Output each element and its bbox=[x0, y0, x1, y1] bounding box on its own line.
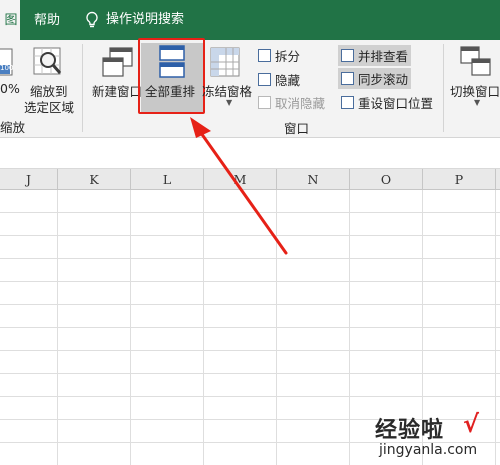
lightbulb-icon bbox=[86, 11, 98, 28]
switch-windows-icon[interactable] bbox=[459, 45, 493, 79]
unhide-button[interactable]: 取消隐藏 bbox=[258, 93, 325, 112]
annotation-highlight-box bbox=[138, 38, 205, 114]
unhide-window-icon bbox=[258, 96, 271, 109]
chevron-down-icon[interactable]: ▼ bbox=[474, 98, 480, 107]
zoom-to-selection-icon[interactable] bbox=[32, 46, 64, 78]
column-header-row: J K L M N O P bbox=[0, 168, 500, 190]
zoom-group-label: 缩放 bbox=[0, 120, 26, 135]
tell-me-search[interactable]: 操作说明搜索 bbox=[84, 0, 184, 40]
synchronous-scrolling-button[interactable]: 同步滚动 bbox=[338, 68, 412, 89]
side-by-side-icon bbox=[341, 49, 354, 62]
watermark-url: jingyanla.com bbox=[379, 442, 478, 458]
column-header-p[interactable]: P bbox=[423, 169, 496, 190]
hide-window-icon bbox=[258, 73, 271, 86]
synchronous-scrolling-label: 同步滚动 bbox=[358, 72, 409, 87]
column-header-n[interactable]: N bbox=[277, 169, 350, 190]
column-header-l[interactable]: L bbox=[131, 169, 204, 190]
hide-label: 隐藏 bbox=[275, 73, 301, 88]
unhide-label: 取消隐藏 bbox=[275, 96, 326, 111]
reset-window-position-button[interactable]: 重设窗口位置 bbox=[341, 93, 433, 112]
row-gridline bbox=[0, 327, 500, 328]
view-side-by-side-label: 并排查看 bbox=[358, 49, 409, 64]
ribbon-tab-bar: 图 帮助 操作说明搜索 bbox=[0, 0, 500, 40]
row-gridline bbox=[0, 396, 500, 397]
zoom-percent-label[interactable]: 0% bbox=[0, 81, 20, 96]
chevron-down-icon[interactable]: ▼ bbox=[226, 98, 232, 107]
row-gridline bbox=[0, 212, 500, 213]
zoom-badge: 100 bbox=[0, 64, 14, 72]
group-separator bbox=[82, 44, 83, 132]
group-separator bbox=[443, 44, 444, 132]
row-gridline bbox=[0, 235, 500, 236]
check-icon: √ bbox=[463, 410, 480, 438]
zoom-100-icon bbox=[0, 48, 13, 76]
column-header-k[interactable]: K bbox=[58, 169, 131, 190]
tab-help[interactable]: 帮助 bbox=[34, 0, 60, 40]
zoom-to-selection-label-2[interactable]: 选定区域 bbox=[24, 97, 74, 116]
search-label: 操作说明搜索 bbox=[106, 12, 185, 27]
split-icon bbox=[258, 49, 271, 62]
reset-position-icon bbox=[341, 96, 354, 109]
column-header-j[interactable]: J bbox=[0, 169, 58, 190]
column-header-o[interactable]: O bbox=[350, 169, 423, 190]
watermark-text: 经验啦 bbox=[375, 418, 445, 443]
row-gridline bbox=[0, 373, 500, 374]
row-gridline bbox=[0, 350, 500, 351]
window-group-label: 窗口 bbox=[284, 121, 310, 136]
row-gridline bbox=[0, 281, 500, 282]
watermark: 经验啦 √ jingyanla.com bbox=[375, 410, 497, 462]
sync-scroll-icon bbox=[341, 72, 354, 85]
row-gridline bbox=[0, 304, 500, 305]
view-side-by-side-button[interactable]: 并排查看 bbox=[338, 45, 412, 66]
column-header-m[interactable]: M bbox=[204, 169, 277, 190]
split-button[interactable]: 拆分 bbox=[258, 46, 300, 65]
split-label: 拆分 bbox=[275, 49, 301, 64]
row-gridline bbox=[0, 258, 500, 259]
reset-window-position-label: 重设窗口位置 bbox=[358, 96, 434, 111]
new-window-icon[interactable] bbox=[101, 46, 135, 80]
hide-button[interactable]: 隐藏 bbox=[258, 70, 300, 89]
freeze-panes-icon[interactable] bbox=[209, 46, 241, 78]
new-window-label[interactable]: 新建窗口 bbox=[92, 81, 142, 100]
tab-view[interactable]: 图 bbox=[0, 0, 20, 40]
